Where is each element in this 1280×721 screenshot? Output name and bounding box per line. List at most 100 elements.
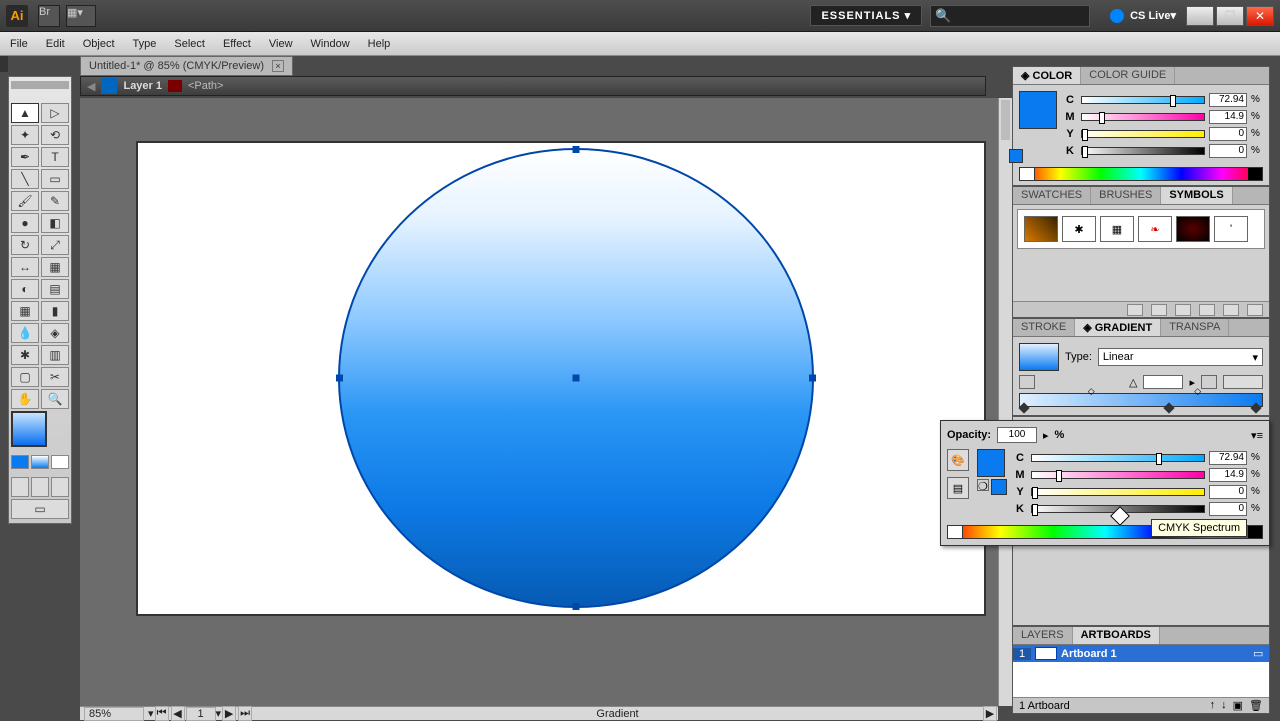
- artboard-new-button[interactable]: ▣: [1233, 699, 1243, 712]
- draw-normal[interactable]: [11, 477, 29, 497]
- draw-inside[interactable]: [51, 477, 69, 497]
- eyedropper-tool[interactable]: 💧: [11, 323, 39, 343]
- tab-color-guide[interactable]: COLOR GUIDE: [1081, 67, 1175, 84]
- aspect-field[interactable]: [1223, 375, 1263, 389]
- y-field[interactable]: 0: [1209, 127, 1247, 141]
- popout-c-field[interactable]: 72.94: [1209, 451, 1247, 465]
- direct-selection-tool[interactable]: ▷: [41, 103, 69, 123]
- zoom-dropdown-icon[interactable]: ▾: [148, 707, 154, 720]
- tab-transparency[interactable]: TRANSPA: [1161, 319, 1229, 336]
- pencil-tool[interactable]: ✎: [41, 191, 69, 211]
- document-tab-close-icon[interactable]: ×: [272, 60, 284, 72]
- slice-tool[interactable]: ✂: [41, 367, 69, 387]
- vertical-scrollbar[interactable]: [998, 98, 1012, 706]
- screen-mode-button[interactable]: ▭: [11, 499, 69, 519]
- menu-view[interactable]: View: [269, 38, 293, 50]
- symbol-orb[interactable]: [1176, 216, 1210, 242]
- scale-tool[interactable]: ⤢: [41, 235, 69, 255]
- gradient-type-select[interactable]: Linear▾: [1098, 348, 1263, 366]
- tab-layers[interactable]: LAYERS: [1013, 627, 1073, 644]
- perspective-tool[interactable]: ▤: [41, 279, 69, 299]
- menu-select[interactable]: Select: [174, 38, 205, 50]
- restore-button[interactable]: ❐: [1216, 6, 1244, 26]
- workspace-switcher[interactable]: ESSENTIALS ▾: [810, 5, 922, 26]
- cs-live-button[interactable]: CS Live ▾: [1110, 9, 1176, 23]
- last-page-button[interactable]: ⏭: [238, 706, 252, 721]
- mesh-tool[interactable]: ▦: [11, 301, 39, 321]
- symbol-options-button[interactable]: [1199, 304, 1215, 316]
- tab-gradient[interactable]: ◈ GRADIENT: [1075, 319, 1161, 336]
- gradient-tool[interactable]: ▮: [41, 301, 69, 321]
- next-page-button[interactable]: ▶: [222, 706, 236, 721]
- tab-stroke[interactable]: STROKE: [1013, 319, 1075, 336]
- menu-object[interactable]: Object: [83, 38, 115, 50]
- gradient-stop-3[interactable]: [1251, 402, 1262, 413]
- popout-y-field[interactable]: 0: [1209, 485, 1247, 499]
- menu-edit[interactable]: Edit: [46, 38, 65, 50]
- symbol-delete-button[interactable]: [1247, 304, 1263, 316]
- minimize-button[interactable]: —: [1186, 6, 1214, 26]
- type-tool[interactable]: T: [41, 147, 69, 167]
- zoom-tool[interactable]: 🔍: [41, 389, 69, 409]
- blend-tool[interactable]: ◈: [41, 323, 69, 343]
- prev-page-button[interactable]: ◀: [171, 706, 185, 721]
- page-field[interactable]: 1: [186, 707, 216, 721]
- dock-collapse-icon[interactable]: [0, 56, 8, 72]
- artboard[interactable]: [136, 141, 986, 616]
- first-page-button[interactable]: ⏮: [155, 706, 169, 721]
- anchor-right[interactable]: [809, 375, 816, 382]
- popout-y-slider[interactable]: [1031, 488, 1205, 496]
- k-field[interactable]: 0: [1209, 144, 1247, 158]
- artboard-up-button[interactable]: ↑: [1210, 699, 1216, 712]
- tab-color[interactable]: ◈ COLOR: [1013, 67, 1081, 84]
- artboard-down-button[interactable]: ↓: [1221, 699, 1227, 712]
- reverse-gradient-button[interactable]: [1019, 375, 1035, 389]
- canvas-area[interactable]: [80, 98, 998, 706]
- artboard-orient-icon[interactable]: ▭: [1253, 647, 1269, 660]
- symbol-break-button[interactable]: [1175, 304, 1191, 316]
- tab-brushes[interactable]: BRUSHES: [1091, 187, 1161, 204]
- artboard-tool[interactable]: ▢: [11, 367, 39, 387]
- selection-tool[interactable]: ▲: [11, 103, 39, 123]
- y-slider[interactable]: [1081, 130, 1205, 138]
- c-field[interactable]: 72.94: [1209, 93, 1247, 107]
- aspect-button[interactable]: [1201, 375, 1217, 389]
- symbol-cube[interactable]: [1024, 216, 1058, 242]
- gradient-stop-1[interactable]: [1018, 402, 1029, 413]
- free-transform-tool[interactable]: ▦: [41, 257, 69, 277]
- zoom-field[interactable]: 85%: [84, 707, 144, 721]
- symbol-lib-button[interactable]: [1127, 304, 1143, 316]
- eraser-tool[interactable]: ◧: [41, 213, 69, 233]
- symbol-new-button[interactable]: [1223, 304, 1239, 316]
- color-mode-gradient[interactable]: [31, 455, 49, 469]
- magic-wand-tool[interactable]: ✦: [11, 125, 39, 145]
- anchor-bottom[interactable]: [573, 603, 580, 610]
- color-mode-fill[interactable]: [11, 455, 29, 469]
- gradient-angle-field[interactable]: [1143, 375, 1183, 389]
- arrange-docs-button[interactable]: ▦▾: [66, 5, 96, 27]
- close-button[interactable]: ✕: [1246, 6, 1274, 26]
- menu-effect[interactable]: Effect: [223, 38, 251, 50]
- status-menu-button[interactable]: ▶: [983, 706, 997, 721]
- color-model-button[interactable]: 🎨: [947, 449, 969, 471]
- symbol-frame[interactable]: ▦: [1100, 216, 1134, 242]
- opacity-field[interactable]: 100: [997, 427, 1037, 443]
- popout-m-slider[interactable]: [1031, 471, 1205, 479]
- hand-tool[interactable]: ✋: [11, 389, 39, 409]
- m-slider[interactable]: [1081, 113, 1205, 121]
- symbol-sprayer-tool[interactable]: ✱: [11, 345, 39, 365]
- fill-swatch[interactable]: [1019, 91, 1057, 129]
- color-list-button[interactable]: ▤: [947, 477, 969, 499]
- width-tool[interactable]: ↔: [11, 257, 39, 277]
- popout-fill-swatch[interactable]: [977, 449, 1005, 477]
- gradient-ramp[interactable]: ◇ ◇: [1019, 393, 1263, 407]
- anchor-top[interactable]: [573, 146, 580, 153]
- tab-symbols[interactable]: SYMBOLS: [1161, 187, 1232, 204]
- anchor-center[interactable]: [573, 375, 580, 382]
- stroke-swatch[interactable]: [1009, 149, 1023, 163]
- tools-grip-icon[interactable]: [11, 81, 69, 89]
- color-spectrum[interactable]: [1019, 167, 1263, 181]
- pen-tool[interactable]: ✒: [11, 147, 39, 167]
- artboard-row[interactable]: 1 Artboard 1 ▭: [1013, 645, 1269, 662]
- popout-k-field[interactable]: 0: [1209, 502, 1247, 516]
